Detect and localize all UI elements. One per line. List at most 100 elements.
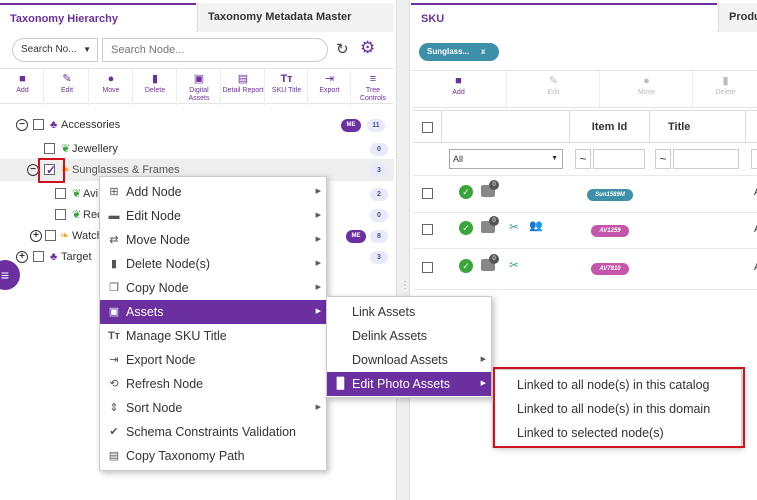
menu-item-sort-node[interactable]: ⇕ Sort Node ▶	[100, 396, 326, 420]
chevron-right-icon: ▶	[480, 380, 486, 387]
refresh-icon[interactable]: ↻	[336, 40, 349, 58]
row-checkbox[interactable]	[422, 262, 433, 273]
sku-toolbar-delete-button[interactable]: ▮ Delete	[694, 71, 757, 107]
context-menu: ⊞ Add Node ▶ ▬ Edit Node ▶ ⇄ Move Node ▶…	[99, 176, 327, 471]
menu-item-edit-photo-assets[interactable]: ▉ Edit Photo Assets ▶	[327, 372, 491, 396]
edit-icon: ✎	[62, 73, 72, 85]
filter-chip[interactable]: Sunglass... x	[419, 43, 499, 61]
image-count-badge: 0	[489, 216, 499, 226]
menu-item-label: Edit Photo Assets	[352, 377, 450, 391]
item-id-filter-operator[interactable]: ~	[575, 149, 591, 169]
toolbar-export-button[interactable]: ⇥ Export	[309, 69, 351, 105]
tree-checkbox[interactable]	[33, 119, 44, 130]
item-id-pill[interactable]: Sun1589M	[587, 189, 633, 201]
tree-node-label: Avi	[83, 188, 99, 200]
menu-item-schema-validation[interactable]: ✔ Schema Constraints Validation	[100, 420, 326, 444]
toolbar-edit-button[interactable]: ✎ Edit	[46, 69, 89, 105]
menu-item-link-assets[interactable]: Link Assets	[327, 300, 491, 324]
table-row[interactable]: ✓ 0 ✂ 👥 AV1259 A	[413, 214, 757, 249]
check-circle-icon: ✔	[109, 426, 119, 438]
variant-icon[interactable]: ✂	[509, 258, 519, 272]
menu-item-download-assets[interactable]: Download Assets ▶	[327, 348, 491, 372]
tree-checkbox[interactable]	[55, 188, 66, 199]
item-id-pill[interactable]: AV1259	[591, 225, 629, 237]
collapse-icon[interactable]: −	[16, 119, 28, 131]
table-row[interactable]: ✓ 0 ✂ AV7810 A	[413, 250, 757, 290]
tree-checkbox[interactable]	[55, 209, 66, 220]
sku-toolbar-edit-button[interactable]: ✎ Edit	[508, 71, 600, 107]
menu-item-refresh-node[interactable]: ⟲ Refresh Node	[100, 372, 326, 396]
status-filter-select[interactable]: All ▼	[449, 149, 563, 169]
title-filter-operator[interactable]: ~	[655, 149, 671, 169]
menu-item-label: Add Node	[126, 185, 182, 199]
tab-taxonomy-hierarchy[interactable]: Taxonomy Hierarchy	[0, 3, 196, 32]
toolbar-sku-title-button[interactable]: Tт SKU Title	[266, 69, 308, 105]
variant-icon[interactable]: ✂	[509, 220, 519, 234]
category-icon: ❧	[60, 230, 70, 242]
row-checkbox[interactable]	[422, 224, 433, 235]
folder-icon: ▬	[108, 210, 120, 222]
tree-controls-icon: ≡	[369, 73, 377, 85]
menu-item-label: Delete Node(s)	[126, 257, 211, 271]
tree-checkbox[interactable]	[44, 143, 55, 154]
caret-down-icon: ▼	[83, 45, 91, 54]
menu-item-edit-node[interactable]: ▬ Edit Node ▶	[100, 204, 326, 228]
category-icon: ♣	[50, 119, 58, 131]
clipboard-icon: ▤	[108, 450, 120, 462]
tree-node-accessories[interactable]: − ♣ Accessories ME 11	[0, 114, 394, 136]
toolbar-detail-report-button[interactable]: ▤ Detail Report	[222, 69, 265, 105]
tree-checkbox[interactable]	[33, 251, 44, 262]
toolbar-move-button[interactable]: ● Move	[90, 69, 133, 105]
menu-item-label: Link Assets	[352, 305, 416, 319]
sku-toolbar-add-button[interactable]: ■ Add	[411, 71, 507, 107]
toolbar-digital-assets-button[interactable]: ▣ Digital Assets	[178, 69, 221, 105]
export-icon: ⇥	[109, 354, 119, 366]
tree-node-jewellery[interactable]: ❦ Jewellery 0	[0, 138, 394, 160]
toolbar-tree-controls-button[interactable]: ≡ Tree Controls	[352, 69, 394, 105]
drag-handle-icon[interactable]: ⋮	[400, 280, 410, 291]
toolbar-delete-button[interactable]: ▮ Delete	[134, 69, 177, 105]
menu-item-move-node[interactable]: ⇄ Move Node ▶	[100, 228, 326, 252]
menu-item-add-node[interactable]: ⊞ Add Node ▶	[100, 180, 326, 204]
extra-filter-input[interactable]	[751, 149, 757, 169]
row-checkbox[interactable]	[422, 188, 433, 199]
count-badge: 0	[370, 143, 388, 156]
tree-checkbox[interactable]	[45, 230, 56, 241]
tab-taxonomy-metadata-master[interactable]: Taxonomy Metadata Master	[197, 3, 394, 32]
menu-item-delete-node[interactable]: ▮ Delete Node(s) ▶	[100, 252, 326, 276]
menu-item-copy-taxonomy-path[interactable]: ▤ Copy Taxonomy Path	[100, 444, 326, 468]
leaf-icon: ❦	[72, 209, 82, 221]
select-all-checkbox[interactable]	[422, 122, 433, 133]
item-id-pill[interactable]: AV7810	[591, 263, 629, 275]
menu-item-label: Delink Assets	[352, 329, 428, 343]
table-row[interactable]: ✓ 0 Sun1589M A	[413, 177, 757, 213]
column-item-id[interactable]: Item Id	[569, 111, 649, 142]
taxonomy-toolbar: ■ Add ✎ Edit ● Move ▮ Delete ▣ Digital A…	[0, 68, 394, 105]
gear-icon[interactable]: ⚙	[360, 38, 375, 58]
toolbar-add-button[interactable]: ■ Add	[2, 69, 44, 105]
menu-item-manage-sku-title[interactable]: Tт Manage SKU Title	[100, 324, 326, 348]
expand-icon[interactable]: +	[16, 251, 28, 263]
menu-item-assets[interactable]: ▣ Assets ▶	[100, 300, 326, 324]
sku-toolbar-delete-label: Delete	[715, 89, 736, 96]
search-type-select[interactable]: Search No... ▼	[12, 38, 98, 62]
delete-icon: ▮	[151, 73, 159, 85]
toolbar-add-label: Add	[16, 87, 29, 94]
search-node-input[interactable]	[102, 38, 328, 62]
column-title[interactable]: Title	[649, 111, 745, 142]
title-filter-input[interactable]	[673, 149, 739, 169]
chip-close-icon[interactable]: x	[481, 43, 485, 61]
menu-item-delink-assets[interactable]: Delink Assets	[327, 324, 491, 348]
sku-toolbar-move-button[interactable]: ● Move	[601, 71, 693, 107]
panel-splitter[interactable]: ⋮	[396, 0, 410, 500]
tab-products[interactable]: Produ	[718, 3, 757, 32]
item-id-filter-input[interactable]	[593, 149, 645, 169]
tree-node-label: Jewellery	[72, 143, 118, 155]
count-badge: 8	[370, 230, 388, 243]
expand-icon[interactable]: +	[30, 230, 42, 242]
add-folder-icon: ■	[19, 73, 26, 85]
menu-item-export-node[interactable]: ⇥ Export Node	[100, 348, 326, 372]
menu-item-copy-node[interactable]: ❐ Copy Node ▶	[100, 276, 326, 300]
tab-sku[interactable]: SKU	[411, 3, 717, 32]
add-user-icon[interactable]: 👥	[529, 219, 543, 232]
